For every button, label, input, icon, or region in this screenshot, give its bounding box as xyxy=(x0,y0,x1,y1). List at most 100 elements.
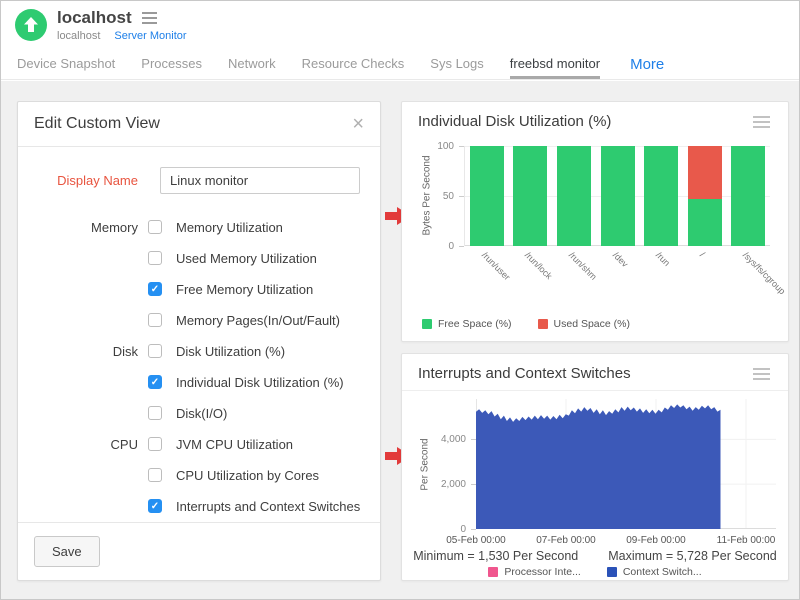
bar-slot-run-user: /run/user xyxy=(465,146,509,246)
server-up-status-icon xyxy=(15,9,47,41)
hamburger-icon[interactable] xyxy=(140,10,159,26)
breadcrumb-server-monitor-link[interactable]: Server Monitor xyxy=(114,30,186,42)
x-axis-tick: 07-Feb 00:00 xyxy=(536,535,596,546)
option-row-memory-pages-in-out-fault: Memory Pages(In/Out/Fault) xyxy=(34,311,364,329)
legend-swatch-icon xyxy=(538,319,548,329)
legend-label: Free Space (%) xyxy=(438,318,512,330)
tab-sys-logs[interactable]: Sys Logs xyxy=(430,49,483,79)
option-label-free-memory-utilization[interactable]: Free Memory Utilization xyxy=(176,282,364,297)
checkbox-disk-i-o[interactable] xyxy=(148,406,162,420)
stacked-bar[interactable] xyxy=(644,146,678,246)
y-axis-tick: 0 xyxy=(416,241,454,252)
legend-swatch-icon xyxy=(422,319,432,329)
option-row-individual-disk-utilization: ✓ Individual Disk Utilization (%) xyxy=(34,373,364,391)
tab-device-snapshot[interactable]: Device Snapshot xyxy=(17,49,115,79)
y-axis-label: Per Second xyxy=(420,410,431,520)
stacked-bar[interactable] xyxy=(731,146,765,246)
x-axis-label: /sys/fs/cgroup xyxy=(741,250,787,296)
bar-slot-run-lock: /run/lock xyxy=(509,146,553,246)
option-label-memory-pages-in-out-fault[interactable]: Memory Pages(In/Out/Fault) xyxy=(176,313,364,328)
legend-item-processor-inte[interactable]: Processor Inte... xyxy=(488,566,580,578)
option-label-cpu-utilization-by-cores[interactable]: CPU Utilization by Cores xyxy=(176,468,364,483)
x-axis-label: / xyxy=(698,250,707,259)
x-axis-tick: 11-Feb 00:00 xyxy=(717,535,776,546)
chart-menu-icon[interactable] xyxy=(751,366,772,382)
stacked-bar[interactable] xyxy=(470,146,504,246)
stacked-bar[interactable] xyxy=(513,146,547,246)
x-axis-label: /run/shm xyxy=(567,250,599,282)
legend-label: Used Space (%) xyxy=(554,318,630,330)
main-content: Edit Custom View × Display Name MemoryMe… xyxy=(1,81,799,599)
bar-slot-: / xyxy=(683,146,727,246)
display-name-row: Display Name xyxy=(34,167,364,194)
interrupts-chart-card: Interrupts and Context Switches Per Seco… xyxy=(401,353,789,581)
checkbox-free-memory-utilization[interactable]: ✓ xyxy=(148,282,162,296)
close-icon[interactable]: × xyxy=(352,117,364,131)
tab-resource-checks[interactable]: Resource Checks xyxy=(302,49,405,79)
group-label-cpu: CPU xyxy=(34,437,138,452)
y-axis-tick: 4,000 xyxy=(428,434,466,445)
checkbox-memory-utilization[interactable] xyxy=(148,220,162,234)
tab-network[interactable]: Network xyxy=(228,49,276,79)
stacked-bar[interactable] xyxy=(688,146,722,246)
edit-custom-view-panel: Edit Custom View × Display Name MemoryMe… xyxy=(17,101,381,581)
bar-slot-run: /run xyxy=(639,146,683,246)
option-label-disk-utilization[interactable]: Disk Utilization (%) xyxy=(176,344,364,359)
bar-slot-run-shm: /run/shm xyxy=(552,146,596,246)
legend-item-context-switch[interactable]: Context Switch... xyxy=(607,566,702,578)
bar-slot-sys-fs-cgroup: /sys/fs/cgroup xyxy=(726,146,770,246)
stacked-bar[interactable] xyxy=(601,146,635,246)
bar-chart-legend: Free Space (%) Used Space (%) xyxy=(422,318,630,330)
display-name-label: Display Name xyxy=(34,173,138,188)
x-axis-label: /run/user xyxy=(480,250,512,282)
y-axis-tick: 100 xyxy=(416,141,454,152)
option-label-individual-disk-utilization[interactable]: Individual Disk Utilization (%) xyxy=(176,375,364,390)
checkbox-jvm-cpu-utilization[interactable] xyxy=(148,437,162,451)
maximum-stat: Maximum = 5,728 Per Second xyxy=(608,549,777,563)
checkbox-used-memory-utilization[interactable] xyxy=(148,251,162,265)
option-label-jvm-cpu-utilization[interactable]: JVM CPU Utilization xyxy=(176,437,364,452)
tab-freebsd-monitor[interactable]: freebsd monitor xyxy=(510,49,600,79)
option-label-used-memory-utilization[interactable]: Used Memory Utilization xyxy=(176,251,364,266)
option-label-disk-i-o[interactable]: Disk(I/O) xyxy=(176,406,364,421)
page-title: localhost xyxy=(57,8,132,28)
chart-stats-row: Minimum = 1,530 Per Second Maximum = 5,7… xyxy=(402,549,788,563)
modal-header: Edit Custom View × xyxy=(18,102,380,147)
option-row-used-memory-utilization: Used Memory Utilization xyxy=(34,249,364,267)
tab-bar: Device Snapshot Processes Network Resource … xyxy=(1,49,799,80)
checkbox-interrupts-and-context-switches[interactable]: ✓ xyxy=(148,499,162,513)
area-plot-area xyxy=(476,399,776,529)
option-label-memory-utilization[interactable]: Memory Utilization xyxy=(176,220,364,235)
tab-processes[interactable]: Processes xyxy=(141,49,202,79)
save-button[interactable]: Save xyxy=(34,536,100,567)
group-label-memory: Memory xyxy=(34,220,138,235)
option-row-free-memory-utilization: ✓ Free Memory Utilization xyxy=(34,280,364,298)
x-axis-label: /run/lock xyxy=(523,250,554,281)
option-row-cpu-utilization-by-cores: CPU Utilization by Cores xyxy=(34,466,364,484)
legend-item-free-space[interactable]: Free Space (%) xyxy=(422,318,512,330)
option-row-memory-utilization: Memory Memory Utilization xyxy=(34,218,364,236)
breadcrumb-host: localhost xyxy=(57,30,100,42)
modal-title: Edit Custom View xyxy=(34,115,160,133)
app-header: localhost localhost Server Monitor xyxy=(1,1,799,49)
checkbox-cpu-utilization-by-cores[interactable] xyxy=(148,468,162,482)
minimum-stat: Minimum = 1,530 Per Second xyxy=(413,549,578,563)
chart-menu-icon[interactable] xyxy=(751,114,772,130)
x-axis-label: /dev xyxy=(610,250,629,269)
legend-item-used-space[interactable]: Used Space (%) xyxy=(538,318,630,330)
option-label-interrupts-and-context-switches[interactable]: Interrupts and Context Switches xyxy=(176,499,364,514)
chart-title: Interrupts and Context Switches xyxy=(418,365,631,382)
bar-slot-dev: /dev xyxy=(596,146,640,246)
title-block: localhost localhost Server Monitor xyxy=(57,8,187,42)
option-row-jvm-cpu-utilization: CPU JVM CPU Utilization xyxy=(34,435,364,453)
option-row-disk-i-o: Disk(I/O) xyxy=(34,404,364,422)
modal-footer: Save xyxy=(18,522,380,580)
checkbox-disk-utilization[interactable] xyxy=(148,344,162,358)
stacked-bar[interactable] xyxy=(557,146,591,246)
context-switches-area-series[interactable] xyxy=(476,404,721,529)
checkbox-individual-disk-utilization[interactable]: ✓ xyxy=(148,375,162,389)
checkbox-memory-pages-in-out-fault[interactable] xyxy=(148,313,162,327)
display-name-input[interactable] xyxy=(160,167,360,194)
tab-more[interactable]: More xyxy=(630,56,664,73)
y-axis-tick: 0 xyxy=(428,524,466,535)
